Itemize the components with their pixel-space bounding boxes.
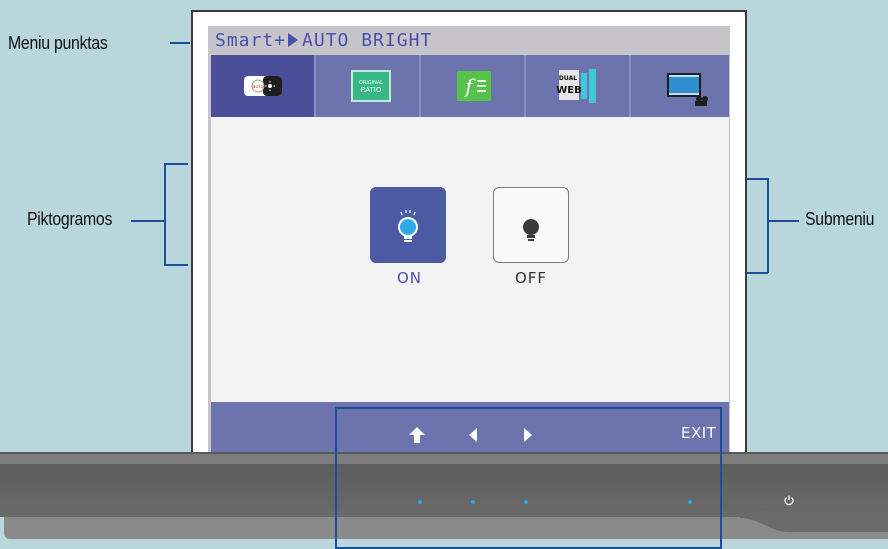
- bulb-off-icon: [523, 219, 539, 241]
- icons-annotation: Piktogramos: [27, 209, 113, 229]
- bezel-curve: [740, 510, 888, 532]
- tab-dual-web[interactable]: DUAL WEB: [526, 55, 631, 117]
- osd-tab-bar: auto ORIGINAL RATIO f DUAL WEB: [211, 55, 729, 117]
- bulb-on-icon: [398, 210, 418, 242]
- menu-item-leader-line: [170, 42, 190, 44]
- auto-bright-icon: auto: [244, 76, 282, 96]
- submenu-leader-line: [769, 220, 799, 222]
- option-off-label: OFF: [515, 269, 548, 287]
- submenu-annotation: Submeniu: [805, 209, 875, 229]
- option-on-label: ON: [397, 269, 423, 287]
- f-engine-icon: f: [457, 71, 491, 101]
- dual-web-icon-top-text: DUAL: [559, 75, 577, 82]
- breadcrumb-current: AUTO BRIGHT: [302, 30, 433, 51]
- tab-f-engine[interactable]: f: [421, 55, 526, 117]
- original-ratio-icon: ORIGINAL RATIO: [351, 70, 391, 102]
- submenu-bracket-top: [746, 178, 768, 180]
- tab-cinema-mode[interactable]: [631, 55, 734, 117]
- icons-bracket: [164, 163, 166, 265]
- option-on-button[interactable]: [370, 187, 446, 263]
- option-off-button[interactable]: [493, 187, 569, 263]
- submenu-bracket: [767, 178, 769, 273]
- auto-bright-icon-text: auto: [252, 84, 263, 90]
- original-ratio-icon-bottom-text: RATIO: [361, 86, 382, 94]
- cinema-mode-icon: [667, 73, 708, 106]
- breadcrumb-root: Smart+: [215, 30, 287, 51]
- submenu-bracket-bottom: [746, 272, 768, 274]
- icons-bracket-top: [164, 163, 188, 165]
- submenu-content: [211, 117, 729, 402]
- osd-breadcrumb: Smart+ AUTO BRIGHT: [215, 30, 432, 51]
- power-icon[interactable]: [783, 494, 795, 506]
- dual-web-icon: DUAL WEB: [556, 69, 596, 103]
- icons-leader-line: [131, 220, 165, 222]
- breadcrumb-arrow-icon: [288, 33, 299, 47]
- dual-web-icon-bottom-text: WEB: [556, 85, 581, 96]
- tab-auto-bright[interactable]: auto: [211, 55, 316, 117]
- control-keys-callout: [335, 407, 722, 549]
- icons-bracket-bottom: [164, 264, 188, 266]
- tab-original-ratio[interactable]: ORIGINAL RATIO: [316, 55, 421, 117]
- menu-item-annotation: Meniu punktas: [8, 33, 108, 53]
